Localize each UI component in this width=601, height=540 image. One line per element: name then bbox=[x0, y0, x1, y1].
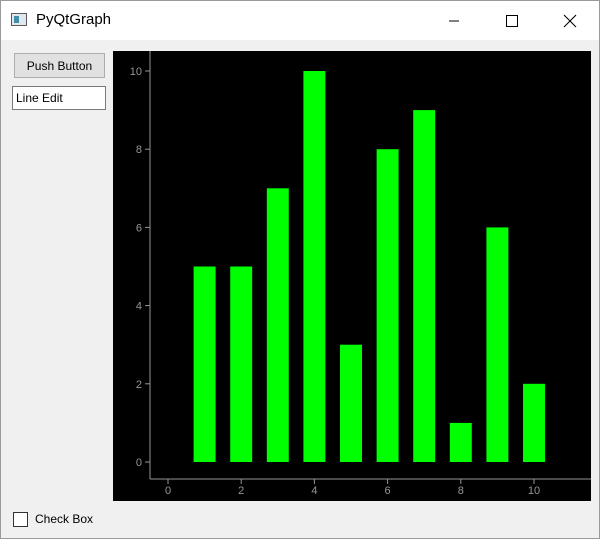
title-bar[interactable]: PyQtGraph bbox=[1, 1, 599, 40]
x-tick-label-0: 0 bbox=[165, 485, 171, 497]
bar-chart: 0 2 4 6 8 10 0 2 4 6 8 10 bbox=[130, 51, 591, 497]
bar-9 bbox=[486, 227, 509, 462]
bar-2 bbox=[230, 266, 253, 462]
y-tick-label-2: 2 bbox=[136, 379, 142, 391]
bar-4 bbox=[303, 71, 326, 462]
x-tick-label-4: 4 bbox=[311, 485, 317, 497]
bar-1 bbox=[193, 266, 216, 462]
y-tick-label-10: 10 bbox=[130, 66, 142, 78]
pyqtgraph-app-icon bbox=[11, 13, 27, 26]
x-tick-label-6: 6 bbox=[385, 485, 391, 497]
main-window: PyQtGraph Push Button Line Edit 0 2 4 6 8 10 0… bbox=[0, 0, 600, 539]
push-button[interactable]: Push Button bbox=[14, 53, 105, 78]
checkbox-label: Check Box bbox=[35, 512, 94, 526]
y-tick-label-0: 0 bbox=[136, 457, 142, 469]
minimize-button[interactable] bbox=[431, 1, 477, 40]
bar-3 bbox=[266, 188, 289, 463]
y-tick-label-6: 6 bbox=[136, 222, 142, 234]
close-icon bbox=[563, 14, 577, 27]
close-button[interactable] bbox=[547, 1, 593, 40]
bar-10 bbox=[523, 383, 545, 462]
x-tick-label-8: 8 bbox=[458, 485, 464, 497]
minimize-icon bbox=[449, 20, 459, 21]
x-tick-label-10: 10 bbox=[528, 485, 540, 497]
y-tick-label-4: 4 bbox=[136, 301, 142, 313]
maximize-button[interactable] bbox=[489, 1, 535, 40]
y-tick-label-8: 8 bbox=[136, 144, 142, 156]
window-title: PyQtGraph bbox=[36, 11, 112, 28]
bar-5 bbox=[340, 344, 362, 462]
maximize-icon bbox=[506, 14, 518, 27]
bar-6 bbox=[376, 149, 399, 462]
check-box[interactable] bbox=[13, 511, 28, 527]
line-edit-field[interactable]: Line Edit bbox=[12, 86, 106, 110]
bar-8 bbox=[449, 422, 472, 462]
x-tick-label-2: 2 bbox=[238, 485, 244, 497]
plot-widget[interactable]: 0 2 4 6 8 10 0 2 4 6 8 10 bbox=[113, 51, 591, 501]
bar-7 bbox=[413, 110, 436, 462]
checkbox-row[interactable]: Check Box bbox=[13, 510, 93, 528]
